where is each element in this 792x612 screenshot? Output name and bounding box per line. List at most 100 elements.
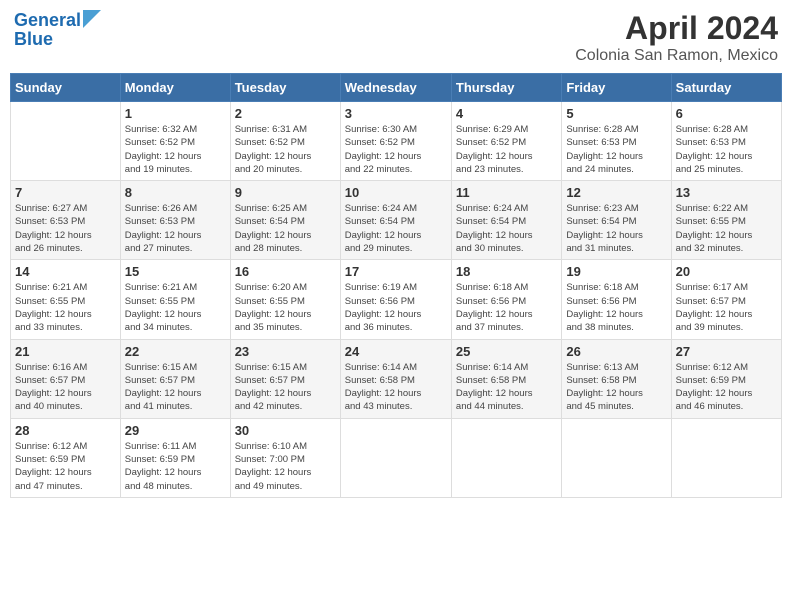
calendar-cell: 22 Sunrise: 6:15 AM Sunset: 6:57 PM Dayli… <box>120 339 230 418</box>
calendar-cell: 28Sunrise: 6:12 AM Sunset: 6:59 PM Dayli… <box>11 418 121 497</box>
calendar-cell: 3 Sunrise: 6:30 AM Sunset: 6:52 PM Daylig… <box>340 102 451 181</box>
day-info: Sunrise: 6:27 AM Sunset: 6:53 PM Dayligh… <box>15 202 116 255</box>
day-number: 9 <box>235 185 336 200</box>
day-number: 27 <box>676 344 777 359</box>
day-info: Sunrise: 6:14 AM Sunset: 6:58 PM Dayligh… <box>456 361 557 414</box>
weekday-header-sunday: Sunday <box>11 74 121 102</box>
calendar-cell <box>671 418 781 497</box>
day-info: Sunrise: 6:25 AM Sunset: 6:54 PM Dayligh… <box>235 202 336 255</box>
day-info: Sunrise: 6:24 AM Sunset: 6:54 PM Dayligh… <box>345 202 447 255</box>
day-number: 18 <box>456 264 557 279</box>
title-block: April 2024 Colonia San Ramon, Mexico <box>575 10 778 65</box>
day-info: Sunrise: 6:29 AM Sunset: 6:52 PM Dayligh… <box>456 123 557 176</box>
weekday-header-row: SundayMondayTuesdayWednesdayThursdayFrid… <box>11 74 782 102</box>
calendar-cell: 15Sunrise: 6:21 AM Sunset: 6:55 PM Dayli… <box>120 260 230 339</box>
calendar-cell: 10 Sunrise: 6:24 AM Sunset: 6:54 PM Dayli… <box>340 181 451 260</box>
day-number: 5 <box>566 106 666 121</box>
calendar-cell: 24 Sunrise: 6:14 AM Sunset: 6:58 PM Dayli… <box>340 339 451 418</box>
calendar-cell: 19 Sunrise: 6:18 AM Sunset: 6:56 PM Dayli… <box>562 260 671 339</box>
calendar-week-2: 7 Sunrise: 6:27 AM Sunset: 6:53 PM Daylig… <box>11 181 782 260</box>
day-info: Sunrise: 6:13 AM Sunset: 6:58 PM Dayligh… <box>566 361 666 414</box>
day-number: 22 <box>125 344 226 359</box>
calendar-week-1: 1 Sunrise: 6:32 AM Sunset: 6:52 PM Daylig… <box>11 102 782 181</box>
calendar-cell: 27 Sunrise: 6:12 AM Sunset: 6:59 PM Dayli… <box>671 339 781 418</box>
calendar-cell: 2Sunrise: 6:31 AM Sunset: 6:52 PM Daylig… <box>230 102 340 181</box>
day-number: 12 <box>566 185 666 200</box>
calendar-cell <box>562 418 671 497</box>
day-info: Sunrise: 6:19 AM Sunset: 6:56 PM Dayligh… <box>345 281 447 334</box>
day-info: Sunrise: 6:17 AM Sunset: 6:57 PM Dayligh… <box>676 281 777 334</box>
day-info: Sunrise: 6:12 AM Sunset: 6:59 PM Dayligh… <box>676 361 777 414</box>
calendar-cell: 6 Sunrise: 6:28 AM Sunset: 6:53 PM Daylig… <box>671 102 781 181</box>
day-number: 1 <box>125 106 226 121</box>
logo-general: General <box>14 10 81 30</box>
calendar-cell: 21Sunrise: 6:16 AM Sunset: 6:57 PM Dayli… <box>11 339 121 418</box>
calendar-cell: 25 Sunrise: 6:14 AM Sunset: 6:58 PM Dayli… <box>451 339 561 418</box>
day-info: Sunrise: 6:16 AM Sunset: 6:57 PM Dayligh… <box>15 361 116 414</box>
day-info: Sunrise: 6:24 AM Sunset: 6:54 PM Dayligh… <box>456 202 557 255</box>
weekday-header-friday: Friday <box>562 74 671 102</box>
calendar-week-5: 28Sunrise: 6:12 AM Sunset: 6:59 PM Dayli… <box>11 418 782 497</box>
calendar-cell: 18 Sunrise: 6:18 AM Sunset: 6:56 PM Dayli… <box>451 260 561 339</box>
day-number: 20 <box>676 264 777 279</box>
day-info: Sunrise: 6:23 AM Sunset: 6:54 PM Dayligh… <box>566 202 666 255</box>
calendar-cell: 5 Sunrise: 6:28 AM Sunset: 6:53 PM Daylig… <box>562 102 671 181</box>
day-info: Sunrise: 6:30 AM Sunset: 6:52 PM Dayligh… <box>345 123 447 176</box>
month-title: April 2024 <box>575 10 778 47</box>
calendar-cell: 17 Sunrise: 6:19 AM Sunset: 6:56 PM Dayli… <box>340 260 451 339</box>
calendar-cell: 20 Sunrise: 6:17 AM Sunset: 6:57 PM Dayli… <box>671 260 781 339</box>
weekday-header-saturday: Saturday <box>671 74 781 102</box>
day-number: 26 <box>566 344 666 359</box>
day-number: 17 <box>345 264 447 279</box>
calendar-cell: 9 Sunrise: 6:25 AM Sunset: 6:54 PM Daylig… <box>230 181 340 260</box>
day-info: Sunrise: 6:10 AM Sunset: 7:00 PM Dayligh… <box>235 440 336 493</box>
calendar-cell <box>451 418 561 497</box>
day-info: Sunrise: 6:18 AM Sunset: 6:56 PM Dayligh… <box>456 281 557 334</box>
day-info: Sunrise: 6:28 AM Sunset: 6:53 PM Dayligh… <box>566 123 666 176</box>
weekday-header-monday: Monday <box>120 74 230 102</box>
day-number: 25 <box>456 344 557 359</box>
day-info: Sunrise: 6:26 AM Sunset: 6:53 PM Dayligh… <box>125 202 226 255</box>
calendar-cell: 7 Sunrise: 6:27 AM Sunset: 6:53 PM Daylig… <box>11 181 121 260</box>
day-number: 19 <box>566 264 666 279</box>
day-info: Sunrise: 6:11 AM Sunset: 6:59 PM Dayligh… <box>125 440 226 493</box>
day-number: 2 <box>235 106 336 121</box>
day-info: Sunrise: 6:28 AM Sunset: 6:53 PM Dayligh… <box>676 123 777 176</box>
calendar-cell: 30 Sunrise: 6:10 AM Sunset: 7:00 PM Dayli… <box>230 418 340 497</box>
calendar-week-4: 21Sunrise: 6:16 AM Sunset: 6:57 PM Dayli… <box>11 339 782 418</box>
day-number: 6 <box>676 106 777 121</box>
logo-arrow-icon <box>83 10 101 28</box>
logo-line: General <box>14 10 104 31</box>
day-info: Sunrise: 6:32 AM Sunset: 6:52 PM Dayligh… <box>125 123 226 176</box>
day-number: 24 <box>345 344 447 359</box>
calendar-cell <box>340 418 451 497</box>
day-number: 3 <box>345 106 447 121</box>
day-number: 7 <box>15 185 116 200</box>
calendar-week-3: 14 Sunrise: 6:21 AM Sunset: 6:55 PM Dayli… <box>11 260 782 339</box>
logo: General Blue <box>14 10 104 50</box>
calendar-cell: 4Sunrise: 6:29 AM Sunset: 6:52 PM Daylig… <box>451 102 561 181</box>
day-number: 14 <box>15 264 116 279</box>
day-info: Sunrise: 6:15 AM Sunset: 6:57 PM Dayligh… <box>235 361 336 414</box>
calendar-cell: 12 Sunrise: 6:23 AM Sunset: 6:54 PM Dayli… <box>562 181 671 260</box>
day-number: 10 <box>345 185 447 200</box>
day-info: Sunrise: 6:21 AM Sunset: 6:55 PM Dayligh… <box>15 281 116 334</box>
day-info: Sunrise: 6:14 AM Sunset: 6:58 PM Dayligh… <box>345 361 447 414</box>
location: Colonia San Ramon, Mexico <box>575 47 778 65</box>
calendar-cell: 11 Sunrise: 6:24 AM Sunset: 6:54 PM Dayli… <box>451 181 561 260</box>
day-number: 13 <box>676 185 777 200</box>
day-number: 29 <box>125 423 226 438</box>
calendar-cell: 29 Sunrise: 6:11 AM Sunset: 6:59 PM Dayli… <box>120 418 230 497</box>
day-number: 11 <box>456 185 557 200</box>
day-info: Sunrise: 6:15 AM Sunset: 6:57 PM Dayligh… <box>125 361 226 414</box>
page-header: General Blue April 2024 Colonia San Ramo… <box>10 10 782 65</box>
weekday-header-tuesday: Tuesday <box>230 74 340 102</box>
logo-text: General <box>14 10 81 31</box>
day-number: 8 <box>125 185 226 200</box>
day-number: 16 <box>235 264 336 279</box>
day-number: 23 <box>235 344 336 359</box>
day-info: Sunrise: 6:18 AM Sunset: 6:56 PM Dayligh… <box>566 281 666 334</box>
day-number: 30 <box>235 423 336 438</box>
calendar-cell: 14 Sunrise: 6:21 AM Sunset: 6:55 PM Dayli… <box>11 260 121 339</box>
logo-blue-text: Blue <box>14 29 104 50</box>
